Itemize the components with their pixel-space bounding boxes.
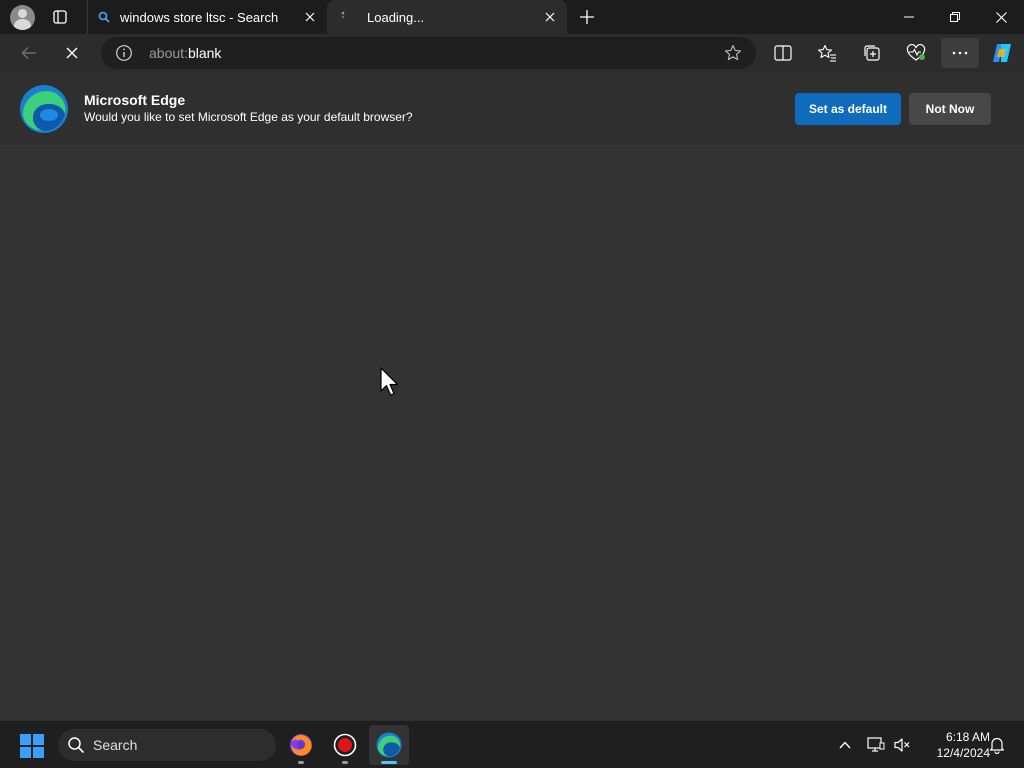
- close-window-icon[interactable]: [978, 0, 1024, 34]
- set-as-default-button[interactable]: Set as default: [795, 93, 901, 125]
- tab-loading[interactable]: Loading...: [327, 0, 567, 34]
- volume-muted-icon[interactable]: [889, 731, 915, 759]
- running-indicator: [342, 761, 348, 764]
- url-field[interactable]: about:blank: [149, 45, 709, 61]
- new-tab-icon[interactable]: [575, 5, 599, 29]
- taskbar-search[interactable]: Search: [58, 729, 276, 761]
- tab-search[interactable]: windows store ltsc - Search: [87, 0, 327, 34]
- split-screen-icon[interactable]: [767, 38, 799, 68]
- back-arrow-icon[interactable]: [14, 38, 44, 68]
- minimize-icon[interactable]: [886, 0, 932, 34]
- tab-actions-icon[interactable]: [48, 6, 72, 28]
- default-browser-infobar: Microsoft Edge Would you like to set Mic…: [0, 72, 1024, 146]
- browser-toolbar: about:blank: [0, 34, 1024, 72]
- edge-app-icon[interactable]: [369, 725, 409, 765]
- clock-time: 6:18 AM: [945, 730, 990, 744]
- title-bar: windows store ltsc - Search Loading...: [0, 0, 1024, 34]
- microsoft-edge-logo-icon: [19, 84, 69, 134]
- system-clock[interactable]: 6:18 AM 12/4/2024: [918, 729, 990, 761]
- mouse-cursor-icon: [380, 367, 400, 399]
- copilot-icon[interactable]: [986, 38, 1018, 68]
- show-hidden-icons-chevron-icon[interactable]: [832, 731, 858, 759]
- search-icon: [67, 736, 85, 754]
- site-info-icon[interactable]: [115, 44, 133, 62]
- recorder-app-icon[interactable]: [325, 725, 365, 765]
- taskbar: Search 6:18 AM 12/4/2024: [0, 720, 1024, 768]
- notification-bell-icon[interactable]: [984, 731, 1010, 759]
- infobar-message: Would you like to set Microsoft Edge as …: [84, 110, 413, 124]
- favorite-star-icon[interactable]: [724, 44, 742, 62]
- more-options-icon[interactable]: [941, 38, 979, 68]
- address-bar[interactable]: about:blank: [101, 37, 756, 69]
- page-content[interactable]: [0, 147, 1024, 720]
- network-icon[interactable]: [863, 731, 889, 759]
- profile-avatar-icon[interactable]: [10, 5, 35, 30]
- loading-icon: [335, 9, 351, 25]
- running-indicator: [298, 761, 304, 764]
- firefox-app-icon[interactable]: [281, 725, 321, 765]
- tab-title: Loading...: [367, 9, 425, 25]
- search-favicon-icon: [96, 9, 112, 25]
- close-tab-icon[interactable]: [299, 6, 321, 28]
- restore-icon[interactable]: [932, 0, 978, 34]
- browser-essentials-icon[interactable]: [900, 38, 932, 68]
- stop-loading-icon[interactable]: [57, 38, 87, 68]
- clock-date: 12/4/2024: [936, 746, 990, 760]
- not-now-button[interactable]: Not Now: [909, 93, 991, 125]
- close-tab-icon[interactable]: [539, 6, 561, 28]
- collections-icon[interactable]: [856, 38, 888, 68]
- active-indicator: [381, 761, 397, 764]
- infobar-title: Microsoft Edge: [84, 92, 186, 108]
- tab-title: windows store ltsc - Search: [120, 9, 279, 25]
- windows-start-icon[interactable]: [20, 734, 44, 758]
- search-label: Search: [93, 737, 138, 753]
- favorites-icon[interactable]: [811, 38, 843, 68]
